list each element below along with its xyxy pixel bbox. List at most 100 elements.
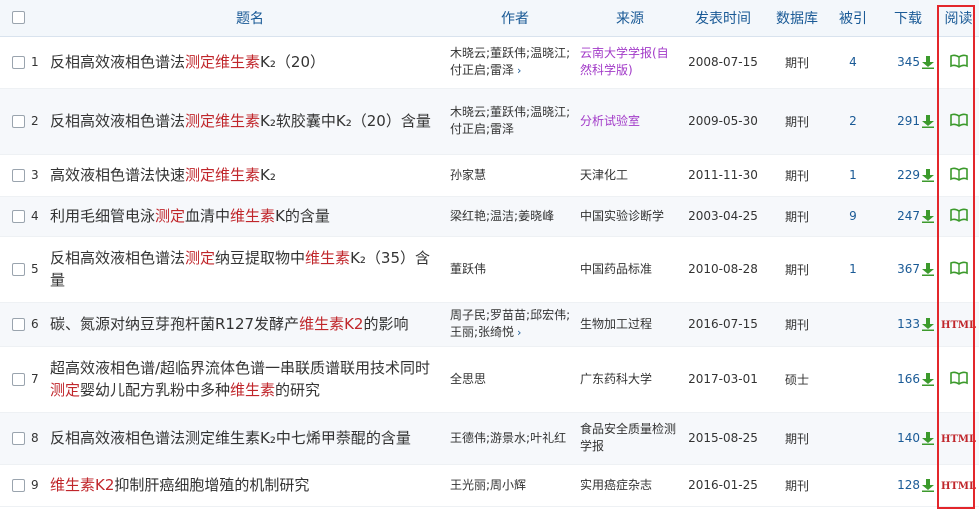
download-icon[interactable] [920, 262, 934, 276]
download-icon[interactable] [920, 209, 934, 223]
table-row: 1 反相高效液相色谱法测定维生素K₂（20） 木晓云;董跃伟;温晓江;付正启;雷泽 ›… [0, 36, 979, 88]
more-authors-chevron-icon[interactable]: › [517, 326, 521, 339]
html-read-icon[interactable]: HTML [941, 320, 976, 331]
download-icon[interactable] [920, 431, 934, 445]
row-checkbox[interactable] [12, 317, 25, 331]
title-link[interactable]: 反相高效液相色谱法测定维生素K₂（20） [50, 53, 325, 71]
source-cell: 天津化工 [580, 154, 680, 196]
date-cell: 2010-08-28 [688, 262, 758, 276]
authors-text[interactable]: 木晓云;董跃伟;温晓江;付正启;雷泽 [450, 46, 570, 77]
cite-cell[interactable] [828, 346, 878, 412]
cite-cell[interactable]: 9 [828, 196, 878, 236]
title-link[interactable]: 反相高效液相色谱法测定维生素K₂中七烯甲萘醌的含量 [50, 429, 411, 447]
source-link[interactable]: 生物加工过程 [580, 317, 652, 331]
html-read-icon[interactable]: HTML [941, 434, 976, 445]
row-select-cell: 1 [0, 36, 50, 88]
book-read-icon[interactable] [949, 113, 968, 130]
cite-cell[interactable]: 1 [828, 236, 878, 302]
select-all-checkbox[interactable] [12, 11, 25, 25]
authors-text[interactable]: 木晓云;董跃伟;温晓江;付正启;雷泽 [450, 105, 570, 136]
col-title[interactable]: 题名 [50, 0, 450, 37]
title-highlight: 维生素 [215, 166, 261, 184]
title-text: 高效液相色谱法快速 [50, 166, 186, 184]
book-read-icon[interactable] [949, 54, 968, 71]
title-cell: 超高效液相色谱/超临界流体色谱一串联质谱联用技术同时测定婴幼儿配方乳粉中多种维生… [50, 346, 450, 412]
row-checkbox[interactable] [12, 478, 25, 492]
row-checkbox[interactable] [12, 431, 25, 445]
title-text: 反相高效液相色谱法测定维生素K₂中七烯甲萘醌的含量 [50, 429, 411, 447]
title-highlight: 维生素 [215, 53, 261, 71]
download-icon[interactable] [920, 55, 934, 69]
book-read-icon[interactable] [949, 208, 968, 225]
download-count: 291 [897, 114, 920, 128]
source-link[interactable]: 中国药品标准 [580, 262, 652, 276]
download-icon[interactable] [920, 478, 934, 492]
cite-cell[interactable]: 4 [828, 36, 878, 88]
date-cell: 2008-07-15 [688, 55, 758, 69]
row-checkbox[interactable] [12, 114, 25, 128]
col-read[interactable]: 阅读 [938, 0, 979, 37]
source-link[interactable]: 云南大学学报(自然科学版) [580, 46, 669, 77]
cite-cell[interactable]: 2 [828, 88, 878, 154]
title-link[interactable]: 反相高效液相色谱法测定维生素K₂软胶囊中K₂（20）含量 [50, 112, 431, 130]
title-link[interactable]: 碳、氮源对纳豆芽孢杆菌R127发酵产维生素K2的影响 [50, 315, 408, 333]
col-date[interactable]: 发表时间 [680, 0, 766, 37]
authors-text[interactable]: 梁红艳;温洁;姜晓峰 [450, 209, 554, 223]
col-cite[interactable]: 被引 [828, 0, 878, 37]
title-link[interactable]: 维生素K2抑制肝癌细胞增殖的机制研究 [50, 476, 309, 494]
book-read-icon[interactable] [949, 261, 968, 278]
download-icon[interactable] [920, 317, 934, 331]
title-link[interactable]: 利用毛细管电泳测定血清中维生素K的含量 [50, 207, 330, 225]
title-text: 血清中 [185, 207, 231, 225]
download-icon[interactable] [920, 114, 934, 128]
book-read-icon[interactable] [949, 167, 968, 184]
authors-text[interactable]: 王德伟;游景水;叶礼红 [450, 431, 566, 445]
title-highlight: 测定 [185, 53, 216, 71]
title-highlight: 维生素K2 [50, 476, 115, 494]
row-checkbox[interactable] [12, 372, 25, 386]
col-source[interactable]: 来源 [580, 0, 680, 37]
title-highlight: 测定 [50, 381, 81, 399]
source-link[interactable]: 食品安全质量检测学报 [580, 422, 676, 453]
title-cell: 高效液相色谱法快速测定维生素K₂ [50, 154, 450, 196]
cite-cell[interactable] [828, 412, 878, 464]
row-number: 4 [31, 209, 39, 224]
cite-cell[interactable] [828, 302, 878, 346]
title-cell: 利用毛细管电泳测定血清中维生素K的含量 [50, 196, 450, 236]
source-link[interactable]: 天津化工 [580, 168, 628, 182]
source-link[interactable]: 实用癌症杂志 [580, 478, 652, 492]
col-download[interactable]: 下载 [878, 0, 938, 37]
authors-text[interactable]: 董跃伟 [450, 262, 486, 276]
col-author[interactable]: 作者 [450, 0, 580, 37]
source-link[interactable]: 广东药科大学 [580, 372, 652, 386]
row-checkbox[interactable] [12, 168, 25, 182]
source-link[interactable]: 中国实验诊断学 [580, 209, 664, 223]
row-number: 1 [31, 55, 39, 70]
row-select-cell: 8 [0, 412, 50, 464]
title-link[interactable]: 高效液相色谱法快速测定维生素K₂ [50, 166, 276, 184]
authors-text[interactable]: 全思思 [450, 372, 486, 386]
date-cell: 2017-03-01 [688, 372, 758, 386]
table-row: 8 反相高效液相色谱法测定维生素K₂中七烯甲萘醌的含量 王德伟;游景水;叶礼红 食品安… [0, 412, 979, 464]
authors-text[interactable]: 周子民;罗苗苗;邱宏伟;王丽;张绮悦 [450, 308, 570, 339]
source-link[interactable]: 分析试验室 [580, 114, 640, 128]
read-cell [938, 236, 979, 302]
title-link[interactable]: 反相高效液相色谱法测定纳豆提取物中维生素K₂（35）含量 [50, 249, 430, 289]
html-read-icon[interactable]: HTML [941, 481, 976, 492]
book-read-icon[interactable] [949, 371, 968, 388]
download-icon[interactable] [920, 168, 934, 182]
row-checkbox[interactable] [12, 55, 25, 69]
table-row: 3 高效液相色谱法快速测定维生素K₂ 孙家慧 天津化工 2011-11-30 期刊 1 229 [0, 154, 979, 196]
row-checkbox[interactable] [12, 262, 25, 276]
download-icon[interactable] [920, 372, 934, 386]
title-link[interactable]: 超高效液相色谱/超临界流体色谱一串联质谱联用技术同时测定婴幼儿配方乳粉中多种维生… [50, 359, 430, 399]
cite-cell[interactable]: 1 [828, 154, 878, 196]
row-checkbox[interactable] [12, 209, 25, 223]
col-db[interactable]: 数据库 [766, 0, 828, 37]
row-select-cell: 2 [0, 88, 50, 154]
download-cell: 128 [878, 464, 938, 506]
cite-cell[interactable] [828, 464, 878, 506]
authors-text[interactable]: 孙家慧 [450, 168, 486, 182]
more-authors-chevron-icon[interactable]: › [517, 64, 521, 77]
authors-text[interactable]: 王光丽;周小辉 [450, 478, 526, 492]
